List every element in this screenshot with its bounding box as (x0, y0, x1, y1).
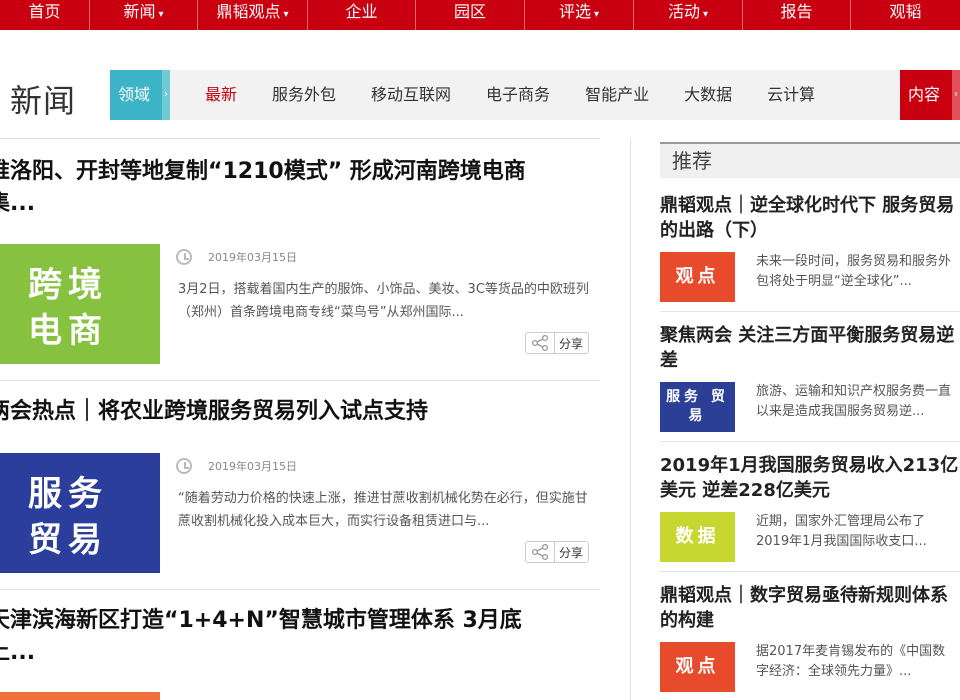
recommend-item: 鼎韬观点｜数字贸易亟待新规则体系的构建 观点 据2017年麦肯锡发布的《中国数字… (660, 583, 960, 692)
article-thumbnail[interactable]: 服务 贸易 (0, 453, 160, 573)
divider (660, 311, 960, 312)
category-bar: 领域 › 最新 服务外包 移动互联网 电子商务 智能产业 大数据 云计算 内容 … (110, 70, 960, 120)
article-item: 天津滨海新区打造“1+4+N”智慧城市管理体系 3月底 上... (0, 605, 588, 669)
nav-item-home[interactable]: 首页 (0, 0, 90, 30)
article-meta: 2019年03月15日 (176, 249, 297, 265)
recommend-tag[interactable]: 服务 贸易 (660, 382, 735, 432)
tab-smart-industry[interactable]: 智能产业 (585, 70, 649, 120)
chevron-down-icon: ▾ (702, 9, 709, 20)
domain-tab-label: 领域 (118, 85, 151, 104)
recommend-summary: 近期，国家外汇管理局公布了2019年1月我国国际收支口... (756, 514, 927, 549)
recommend-item: 鼎韬观点｜逆全球化时代下 服务贸易的出路（下） 观点 未来一段时间，服务贸易和服… (660, 193, 960, 302)
article-thumbnail[interactable]: 跨境 电商 (0, 244, 160, 364)
top-nav: 首页 新闻 ▾ 鼎韬观点 ▾ 企业 园区 评选 ▾ 活动 ▾ 报告 观韬 (0, 0, 960, 30)
recommend-title[interactable]: 聚焦两会 关注三方面平衡服务贸易逆差 (660, 323, 960, 373)
tab-ecommerce[interactable]: 电子商务 (486, 70, 550, 120)
divider (0, 380, 600, 381)
recommend-title[interactable]: 鼎韬观点｜数字贸易亟待新规则体系的构建 (660, 583, 960, 633)
nav-label: 活动 (667, 2, 700, 21)
category-tabs: 最新 服务外包 移动互联网 电子商务 智能产业 大数据 云计算 (205, 70, 850, 120)
content-tab-label: 内容 (908, 85, 941, 104)
chevron-right-icon: › (952, 70, 960, 120)
nav-label: 企业 (345, 2, 378, 21)
divider (660, 441, 960, 442)
nav-item-news[interactable]: 新闻 ▾ (90, 0, 198, 30)
nav-item-guantao[interactable]: 观韬 (851, 0, 960, 30)
chevron-right-icon: › (162, 70, 170, 120)
recommend-tag[interactable]: 数据 (660, 512, 735, 562)
chevron-down-icon: ▾ (593, 9, 600, 20)
article-title[interactable]: 天津滨海新区打造“1+4+N”智慧城市管理体系 3月底 上... (0, 605, 588, 669)
recommend-title[interactable]: 2019年1月我国服务贸易收入213亿美元 逆差228亿美元 (660, 453, 960, 503)
share-label: 分享 (559, 336, 584, 351)
nav-item-enterprise[interactable]: 企业 (308, 0, 416, 30)
nav-item-rating[interactable]: 评选 ▾ (525, 0, 634, 30)
nav-item-reports[interactable]: 报告 (743, 0, 851, 30)
recommend-item: 2019年1月我国服务贸易收入213亿美元 逆差228亿美元 数据 近期，国家外… (660, 453, 960, 562)
content-tab[interactable]: 内容 › (900, 70, 960, 120)
nav-item-park[interactable]: 园区 (416, 0, 525, 30)
share-button[interactable]: 分享 (525, 332, 589, 354)
column-divider (630, 138, 631, 700)
clock-icon (176, 458, 192, 474)
nav-label: 评选 (558, 2, 591, 21)
nav-item-events[interactable]: 活动 ▾ (634, 0, 743, 30)
chevron-down-icon: ▾ (158, 9, 164, 20)
recommend-summary: 据2017年麦肯锡发布的《中国数字经济：全球领先力量》... (756, 644, 946, 679)
nav-label: 新闻 (123, 2, 156, 21)
thumbnail-text: 电商 (28, 311, 108, 351)
share-label: 分享 (559, 545, 584, 560)
divider (0, 589, 600, 590)
article-summary: 3月2日，搭载着国内生产的服饰、小饰品、美妆、3C等货品的中欧班列（郑州）首条跨… (178, 282, 589, 320)
article-title[interactable]: 推洛阳、开封等地复制“1210模式” 形成河南跨境电商 集... (0, 156, 588, 220)
clock-icon (176, 249, 192, 265)
recommend-tag[interactable]: 观点 (660, 252, 735, 302)
nav-label: 首页 (28, 2, 61, 21)
tab-outsourcing[interactable]: 服务外包 (272, 70, 336, 120)
tab-mobile-internet[interactable]: 移动互联网 (371, 70, 451, 120)
chevron-down-icon: ▾ (283, 9, 289, 20)
recommend-summary: 未来一段时间，服务贸易和服务外包将处于明显“逆全球化”... (756, 254, 952, 289)
recommend-title[interactable]: 鼎韬观点｜逆全球化时代下 服务贸易的出路（下） (660, 193, 960, 243)
nav-label: 观韬 (889, 2, 922, 21)
share-icon (526, 542, 555, 562)
domain-tab[interactable]: 领域 › (110, 70, 170, 120)
divider (660, 571, 960, 572)
article-thumbnail[interactable] (0, 692, 160, 700)
thumbnail-text: 跨境 (28, 265, 108, 305)
thumbnail-text: 贸易 (28, 520, 108, 560)
article-summary: “随着劳动力价格的快速上涨，推进甘蔗收割机械化势在必行，但实施甘蔗收割机械化投入… (178, 491, 588, 529)
share-icon (526, 333, 555, 353)
share-button[interactable]: 分享 (525, 541, 589, 563)
page-title: 新闻 (10, 82, 77, 120)
article-item: 推洛阳、开封等地复制“1210模式” 形成河南跨境电商 集... (0, 156, 588, 220)
recommend-tag[interactable]: 观点 (660, 642, 735, 692)
recommend-summary: 旅游、运输和知识产权服务费一直以来是造成我国服务贸易逆... (756, 384, 952, 419)
article-meta: 2019年03月15日 (176, 458, 297, 474)
recommend-item: 聚焦两会 关注三方面平衡服务贸易逆差 服务 贸易 旅游、运输和知识产权服务费一直… (660, 323, 960, 432)
tab-cloud[interactable]: 云计算 (767, 70, 815, 120)
recommend-header: 推荐 (660, 142, 960, 178)
divider (0, 138, 600, 139)
article-date: 2019年03月15日 (208, 251, 297, 264)
article-date: 2019年03月15日 (208, 460, 297, 473)
nav-label: 园区 (453, 2, 486, 21)
nav-label: 鼎韬观点 (216, 2, 281, 21)
tab-big-data[interactable]: 大数据 (684, 70, 732, 120)
thumbnail-text: 服务 (28, 474, 108, 514)
nav-label: 报告 (780, 2, 813, 21)
nav-item-opinion[interactable]: 鼎韬观点 ▾ (198, 0, 308, 30)
article-title[interactable]: 两会热点｜将农业跨境服务贸易列入试点支持 (0, 396, 588, 428)
tab-latest[interactable]: 最新 (205, 70, 237, 120)
article-item: 两会热点｜将农业跨境服务贸易列入试点支持 (0, 396, 588, 428)
